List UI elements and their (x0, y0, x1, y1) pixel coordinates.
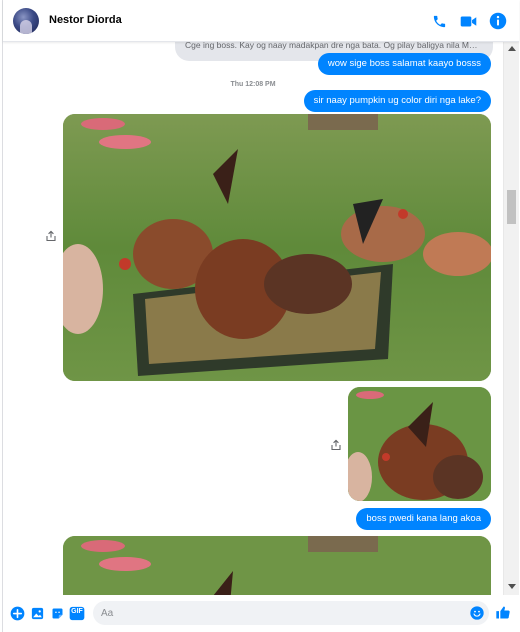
gif-label: GIF (71, 608, 83, 615)
chickens-eating-from-tray-photo[interactable] (63, 114, 491, 381)
share-icon[interactable] (330, 438, 342, 451)
chickens-on-grass-photo[interactable] (63, 536, 491, 595)
chicken-closeup-photo[interactable] (348, 387, 491, 501)
outgoing-message-bubble[interactable]: boss pwedi kana lang akoa (356, 508, 491, 530)
outgoing-message-bubble[interactable]: sir naay pumpkin ug color diri nga lake? (303, 90, 491, 112)
emoji-icon[interactable] (469, 605, 485, 621)
gif-icon[interactable]: GIF (69, 605, 85, 621)
outgoing-message-bubble[interactable]: wow sige boss salamat kaayo bosss (317, 53, 491, 75)
sticker-icon[interactable] (49, 605, 65, 621)
video-camera-icon[interactable] (458, 11, 478, 31)
share-icon[interactable] (45, 229, 57, 242)
messenger-window: Nestor Diorda Cge ing boss. Kay og naay … (2, 0, 519, 632)
info-icon[interactable] (488, 11, 508, 31)
plus-icon[interactable] (9, 605, 25, 621)
scrollbar[interactable] (503, 42, 519, 595)
avatar[interactable] (13, 8, 39, 34)
message-input[interactable] (101, 601, 461, 625)
phone-icon[interactable] (429, 11, 449, 31)
like-icon[interactable] (495, 604, 511, 620)
scrollbar-thumb[interactable] (507, 190, 516, 224)
conversation-header: Nestor Diorda (3, 0, 519, 42)
message-composer: GIF (3, 595, 519, 632)
image-icon[interactable] (29, 605, 45, 621)
message-list: Cge ing boss. Kay og naay madakpan dre n… (3, 42, 503, 595)
contact-name[interactable]: Nestor Diorda (49, 14, 122, 26)
message-input-wrapper (93, 601, 489, 625)
scroll-up-arrow-icon[interactable] (508, 46, 516, 51)
message-timestamp: Thu 12:08 PM (230, 81, 276, 88)
scroll-down-arrow-icon[interactable] (508, 584, 516, 589)
